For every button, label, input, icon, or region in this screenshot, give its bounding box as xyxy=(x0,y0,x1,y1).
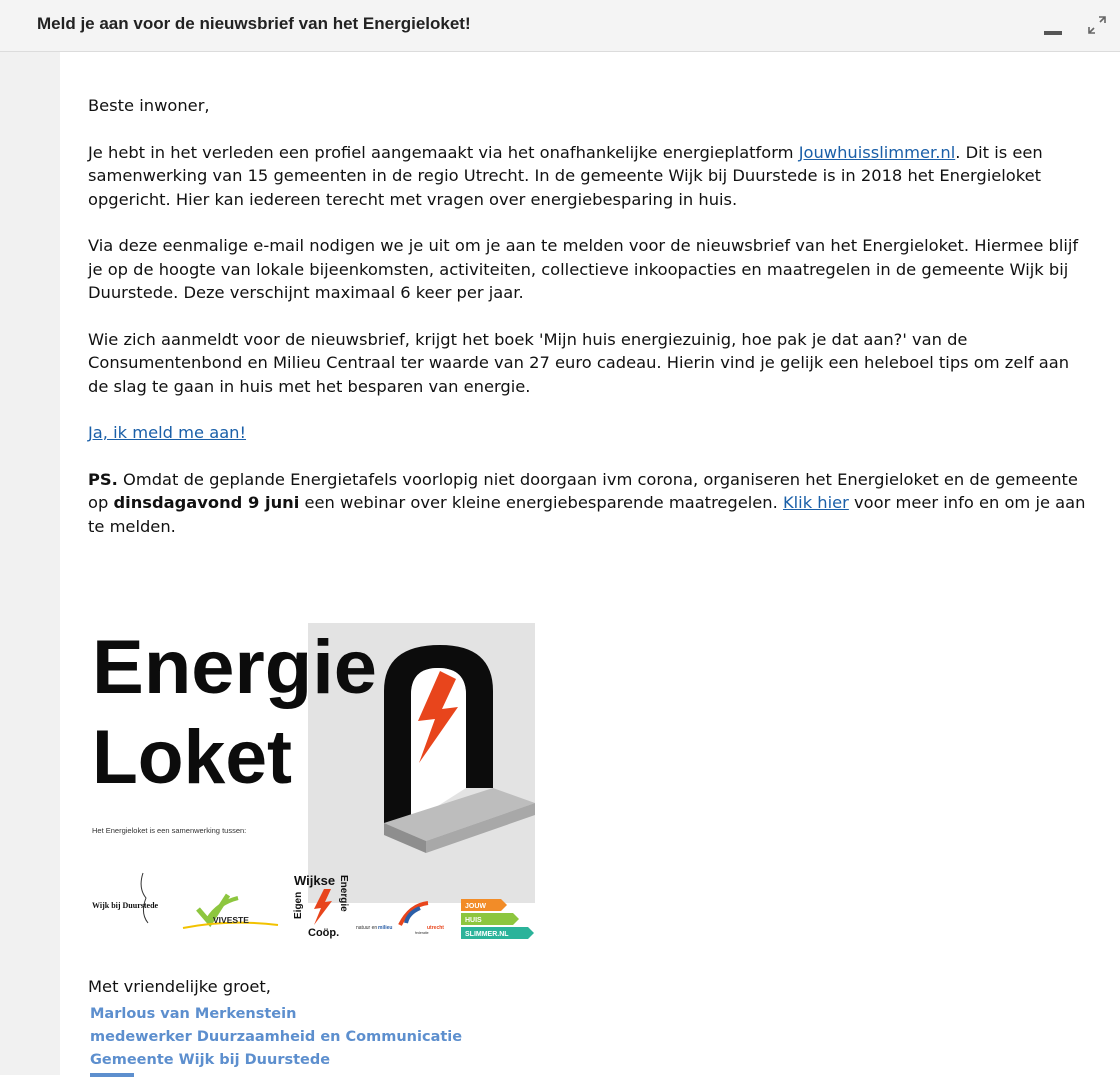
partner-coop-wijkse: Wijkse xyxy=(294,873,335,888)
greeting: Beste inwoner, xyxy=(88,96,210,115)
ps-label: PS. xyxy=(88,469,118,489)
email-text: Beste inwoner, Je hebt in het verleden e… xyxy=(88,94,1088,561)
paragraph-intro-text: Je hebt in het verleden een profiel aang… xyxy=(88,142,799,162)
partner-jhs-huis: HUIS xyxy=(465,917,482,924)
partner-nmu-natuur: natuur en xyxy=(356,925,377,931)
partner-nmu-utrecht: utrecht xyxy=(427,925,444,931)
logo-word-energie: Energie xyxy=(92,625,377,710)
paragraph-gift: Wie zich aanmeldt voor de nieuwsbrief, k… xyxy=(88,329,1070,396)
partner-viveste: VIVESTE xyxy=(213,915,249,925)
partner-jhs-slimmer: SLIMMER.NL xyxy=(465,931,509,938)
minimize-button[interactable] xyxy=(1041,14,1063,36)
paragraph-invite: Via deze eenmalige e-mail nodigen we je … xyxy=(88,236,1079,302)
paragraph-ps: PS. Omdat de geplande Energietafels voor… xyxy=(88,468,1088,539)
partner-coop-eigen: Eigen xyxy=(293,892,304,919)
expand-icon xyxy=(1088,16,1106,34)
signature-logo-bar xyxy=(90,1073,134,1077)
signup-link[interactable]: Ja, ik meld me aan! xyxy=(88,423,246,442)
energieloket-logo-image: Energie Loket Het Energieloket is een sa… xyxy=(88,623,535,941)
partner-wijk-bij-duurstede: Wijk bij Duurstede xyxy=(92,901,159,910)
partner-jhs-jouw: JOUW xyxy=(465,903,486,910)
webinar-link[interactable]: Klik hier xyxy=(783,493,849,512)
paragraph-intro: Je hebt in het verleden een profiel aang… xyxy=(88,141,1088,212)
ps-text-2: een webinar over kleine energiebesparend… xyxy=(299,493,783,512)
message-header: Meld je aan voor de nieuwsbrief van het … xyxy=(0,0,1120,52)
signature-role: medewerker Duurzaamheid en Communicatie xyxy=(90,1029,463,1045)
expand-button[interactable] xyxy=(1086,14,1108,36)
logo-caption: Het Energieloket is een samenwerking tus… xyxy=(92,826,246,835)
ps-date: dinsdagavond 9 juni xyxy=(113,493,300,512)
logo-word-loket: Loket xyxy=(92,715,292,800)
message-subject: Meld je aan voor de nieuwsbrief van het … xyxy=(37,14,471,33)
left-margin xyxy=(0,52,60,1075)
signature: Marlous van Merkenstein medewerker Duurz… xyxy=(90,1003,462,1072)
partner-nmu-federatie: federatie xyxy=(415,931,429,935)
message-body: Beste inwoner, Je hebt in het verleden e… xyxy=(60,52,1120,1077)
signature-organization: Gemeente Wijk bij Duurstede xyxy=(90,1052,331,1068)
partner-coop-coop: Coöp. xyxy=(308,927,339,939)
jouwhuisslimmer-link[interactable]: Jouwhuisslimmer.nl xyxy=(799,143,956,162)
signature-name: Marlous van Merkenstein xyxy=(90,1006,297,1022)
signup-paragraph: Ja, ik meld me aan! xyxy=(88,421,1088,445)
partner-coop-energie: Energie xyxy=(338,875,349,912)
partner-nmu-milieu: milieu xyxy=(378,925,392,931)
closing-line: Met vriendelijke groet, xyxy=(88,977,271,996)
